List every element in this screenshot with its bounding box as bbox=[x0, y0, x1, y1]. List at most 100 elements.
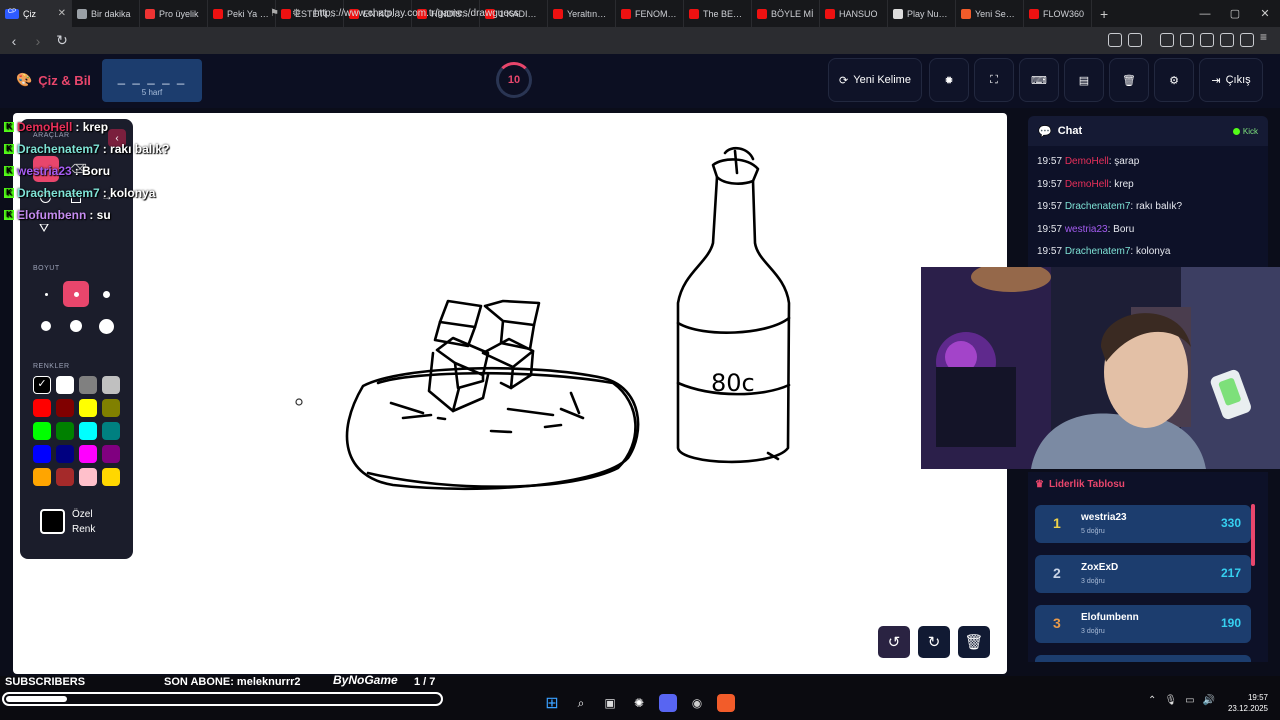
color-swatch[interactable] bbox=[79, 445, 97, 463]
maximize-button[interactable]: ▢ bbox=[1220, 0, 1250, 27]
undo-button[interactable]: ↺ bbox=[878, 626, 910, 658]
message-time: 19:57 bbox=[1037, 201, 1063, 212]
close-tab-icon[interactable]: ✕ bbox=[58, 8, 66, 19]
color-swatch[interactable] bbox=[56, 422, 74, 440]
overlay-user: Elofumbenn bbox=[17, 208, 87, 222]
extension-icon[interactable] bbox=[1128, 33, 1142, 47]
color-swatch[interactable] bbox=[102, 376, 120, 394]
chatgpt-icon[interactable]: ✺ bbox=[630, 694, 648, 712]
new-tab-button[interactable]: + bbox=[1092, 6, 1116, 22]
round-timer: 10 bbox=[496, 62, 532, 98]
rank: 3 bbox=[1053, 615, 1061, 631]
message-text: : krep bbox=[1108, 178, 1134, 190]
kick-icon: K bbox=[4, 166, 14, 176]
theme-button[interactable]: ✹ bbox=[929, 58, 969, 102]
exit-button[interactable]: ⇥ Çıkış bbox=[1199, 58, 1263, 102]
url-field[interactable]: ⚑ ⚙ https://www.chatplay.com.tr/games/dr… bbox=[270, 3, 950, 24]
discord-icon[interactable] bbox=[659, 694, 677, 712]
media-icon[interactable] bbox=[1160, 33, 1174, 47]
size-2-button[interactable] bbox=[63, 281, 89, 307]
browser-tab[interactable]: FLOW360 bbox=[1024, 0, 1092, 27]
color-swatch[interactable] bbox=[79, 376, 97, 394]
color-swatch[interactable] bbox=[56, 468, 74, 486]
size-1-button[interactable] bbox=[33, 281, 59, 307]
wallet-icon[interactable] bbox=[1200, 33, 1214, 47]
color-swatch[interactable] bbox=[56, 445, 74, 463]
sidebar-icon[interactable] bbox=[1180, 33, 1194, 47]
overlay-chat-message: K Drachenatem7: rakı balık? bbox=[4, 138, 169, 160]
color-swatch[interactable] bbox=[79, 422, 97, 440]
settings-button[interactable]: ⚙ bbox=[1154, 58, 1194, 102]
network-icon[interactable]: ▭ bbox=[1185, 695, 1194, 706]
correct-count: 3 doğru bbox=[1081, 628, 1105, 635]
color-swatch[interactable] bbox=[102, 422, 120, 440]
volume-icon[interactable]: 🔊 bbox=[1203, 695, 1215, 706]
size-5-button[interactable] bbox=[63, 313, 89, 339]
keyboard-button[interactable]: ⌨ bbox=[1019, 58, 1059, 102]
back-icon[interactable]: ‹ bbox=[4, 31, 24, 51]
search-icon[interactable]: ⌕ bbox=[572, 694, 590, 712]
clear-canvas-button[interactable]: 🗑 bbox=[958, 626, 990, 658]
custom-color-swatch[interactable] bbox=[40, 509, 65, 534]
minimize-button[interactable]: — bbox=[1190, 0, 1220, 27]
message-user: DemoHell bbox=[1064, 156, 1109, 167]
size-3-button[interactable] bbox=[93, 281, 119, 307]
browser-tab[interactable]: Peki Ya Sü bbox=[208, 0, 276, 27]
size-4-button[interactable] bbox=[33, 313, 59, 339]
system-clock[interactable]: 19:57 23.12.2025 bbox=[1222, 692, 1268, 714]
color-swatch[interactable] bbox=[33, 445, 51, 463]
custom-color-label: Özel Renk bbox=[72, 507, 95, 537]
color-swatch[interactable] bbox=[56, 399, 74, 417]
color-swatch[interactable] bbox=[102, 399, 120, 417]
leaderboard-scrollbar[interactable] bbox=[1251, 504, 1255, 566]
tab-favicon-icon bbox=[961, 8, 971, 19]
color-swatch[interactable] bbox=[33, 468, 51, 486]
overlay-chat-message: K Drachenatem7: kolonya bbox=[4, 182, 169, 204]
task-view-icon[interactable]: ▣ bbox=[601, 694, 619, 712]
overlay-user: Drachenatem7 bbox=[17, 142, 100, 156]
color-swatch[interactable] bbox=[102, 468, 120, 486]
vpn-icon[interactable] bbox=[1240, 33, 1254, 47]
size-6-button[interactable] bbox=[93, 313, 119, 339]
tray-arrow-icon[interactable]: ⌃ bbox=[1148, 695, 1156, 706]
bookmark-icon[interactable]: ⚑ bbox=[270, 8, 284, 19]
color-swatch[interactable] bbox=[79, 468, 97, 486]
chat-message: 19:57 westria23: Boru bbox=[1028, 219, 1268, 242]
browser-tab[interactable]: Bir dakika bbox=[72, 0, 140, 27]
color-swatch[interactable] bbox=[102, 445, 120, 463]
stream-chat-overlay: K DemoHell: krep K Drachenatem7: rakı balık… bbox=[4, 116, 169, 226]
site-info-icon[interactable]: ⚙ bbox=[292, 8, 306, 19]
leaderboard-heading: ♛ Liderlik Tablosu bbox=[1035, 479, 1268, 490]
color-swatch[interactable] bbox=[79, 399, 97, 417]
new-word-button[interactable]: ⟳ Yeni Kelime bbox=[828, 58, 922, 102]
last-subscriber-text: SON ABONE: meleknurrr2 bbox=[164, 676, 301, 688]
page-indicator: 1 / 7 bbox=[414, 676, 436, 688]
color-swatch[interactable] bbox=[33, 399, 51, 417]
brush-cursor bbox=[295, 398, 303, 406]
microphone-icon[interactable]: 🎙 bbox=[1164, 695, 1177, 706]
logo-text: Çiz & Bil bbox=[38, 72, 91, 88]
chat-panel: 💬 Chat Kick 19:57 DemoHell: şarap 19:57 D… bbox=[1028, 116, 1268, 276]
close-window-button[interactable]: ✕ bbox=[1250, 0, 1280, 27]
fullscreen-button[interactable]: ⛶ bbox=[974, 58, 1014, 102]
color-swatch[interactable]: ✓ bbox=[33, 376, 51, 394]
browser-tab[interactable]: CP Çiz ✕ bbox=[0, 0, 72, 27]
archive-button[interactable]: ▤ bbox=[1064, 58, 1104, 102]
extension-icon[interactable] bbox=[1108, 33, 1122, 47]
overlay-text: : Boru bbox=[74, 164, 111, 178]
color-swatch[interactable] bbox=[33, 422, 51, 440]
clear-button[interactable]: 🗑 bbox=[1109, 58, 1149, 102]
forward-icon[interactable]: › bbox=[28, 31, 48, 51]
reload-icon[interactable]: ↻ bbox=[52, 31, 72, 51]
menu-icon[interactable]: ≡ bbox=[1260, 30, 1274, 44]
new-word-label: Yeni Kelime bbox=[853, 74, 911, 86]
app-icon[interactable]: ◉ bbox=[688, 694, 706, 712]
redo-button[interactable]: ↻ bbox=[918, 626, 950, 658]
color-swatch[interactable] bbox=[56, 376, 74, 394]
rank: 1 bbox=[1053, 515, 1061, 531]
windows-start-icon[interactable]: ⊞ bbox=[543, 694, 561, 712]
brave-icon[interactable] bbox=[717, 694, 735, 712]
browser-tab[interactable]: Pro üyelik bbox=[140, 0, 208, 27]
browser-tab[interactable]: Yeni Sekme bbox=[956, 0, 1024, 27]
leo-icon[interactable] bbox=[1220, 33, 1234, 47]
